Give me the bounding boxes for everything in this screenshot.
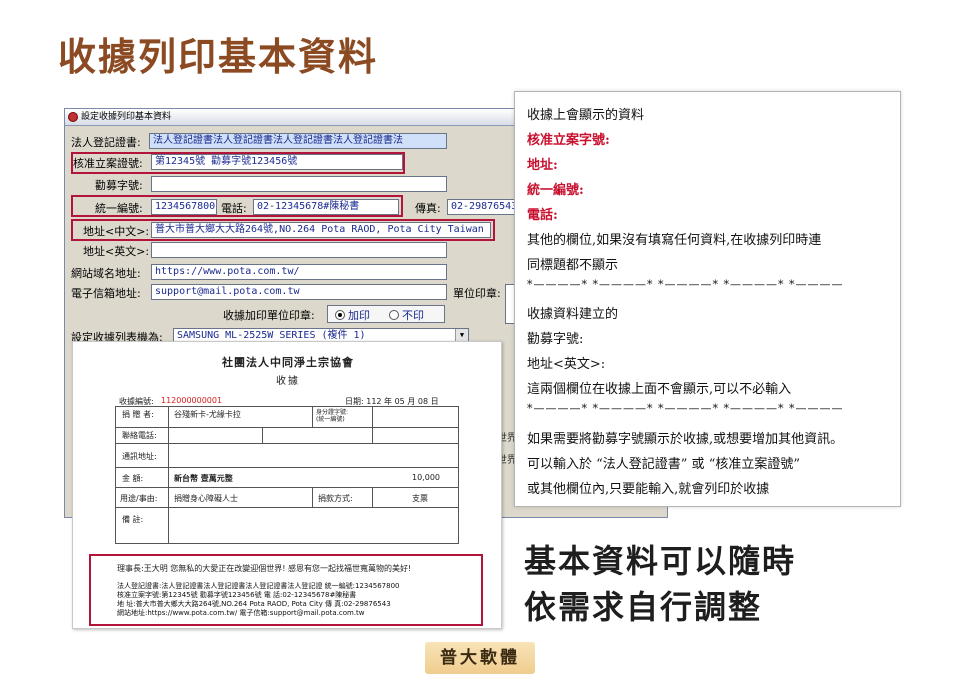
app-icon [68, 112, 78, 122]
note-line: 如果需要將勸募字號顯示於收據,或想要增加其他資訊。 [527, 432, 844, 447]
label-fundraise-no: 勸募字號: [95, 179, 143, 192]
label-email: 電子信箱地址: [71, 287, 141, 300]
window-title: 設定收據列印基本資料 [81, 112, 172, 122]
receipt-org: 社團法人中同淨土宗協會 [222, 356, 354, 369]
highlight-address-zh [71, 219, 495, 241]
note-line: 收據資料建立的 [527, 307, 619, 322]
seal-print-label: 加印 [348, 309, 370, 322]
note-line: 地址: [527, 158, 558, 173]
company-logo: 普大軟體 [425, 642, 535, 674]
note-line: 勸募字號: [527, 332, 584, 347]
radio-empty-icon [389, 310, 399, 320]
amount-label: 金 額: [122, 474, 144, 483]
note-divider: *————* *————* *————* *————* *———— [527, 278, 844, 291]
label-fax: 傳真: [415, 202, 441, 215]
note-line: 核准立案字號: [527, 133, 610, 148]
website-input[interactable]: https://www.pota.com.tw/ [151, 264, 447, 280]
note-line: 同標題都不顯示 [527, 258, 619, 273]
printer-value: SAMSUNG ML-2525W SERIES (複件 1) [177, 330, 366, 341]
fundraise-no-input[interactable] [151, 176, 447, 192]
method-label: 捐款方式: [318, 494, 353, 503]
amount-words: 新台幣 壹萬元整 [174, 474, 233, 483]
email-input[interactable]: support@mail.pota.com.tw [151, 284, 447, 300]
label-unit-seal: 單位印章: [453, 287, 501, 300]
receipt-name: 收據 [276, 376, 300, 387]
seal-noprint-radio[interactable]: 不印 [389, 307, 424, 323]
table-row: 通訊地址: [115, 444, 459, 468]
label-website: 網站域名地址: [71, 267, 141, 280]
highlight-receipt-footer [89, 554, 483, 626]
seal-print-radio[interactable]: 加印 [335, 307, 370, 323]
id-label: 身分證字號: (統一編號) [316, 409, 349, 423]
label-address-en: 地址<英文>: [83, 245, 150, 258]
note-line: 電話: [527, 208, 558, 223]
table-row: 金 額: 新台幣 壹萬元整 10,000 [115, 468, 459, 488]
note-line: 這兩個欄位在收據上面不會顯示,可以不必輸入 [527, 382, 792, 397]
table-row: 備 註: [115, 508, 459, 544]
amount-value: 10,000 [412, 473, 440, 482]
radio-selected-icon [335, 310, 345, 320]
address-label: 通訊地址: [122, 452, 157, 461]
table-row: 捐 贈 者: 谷殘新卡-尤緣卡拉 身分證字號: (統一編號) [115, 406, 459, 428]
page-title: 收據列印基本資料 [58, 34, 379, 79]
table-row: 用途/事由: 捐贈身心障礙人士 捐款方式: 支票 [115, 488, 459, 508]
legal-cert-input[interactable]: 法人登記證書法人登記證書法人登記證書法人登記證書法 [149, 133, 447, 149]
contact-label: 聯絡電話: [122, 431, 157, 440]
donor-value: 谷殘新卡-尤緣卡拉 [174, 410, 241, 419]
note-line: 收據上會顯示的資料 [527, 108, 645, 123]
tagline-line-2: 依需求自行調整 [524, 588, 763, 626]
label-legal-cert: 法人登記證書: [71, 136, 141, 149]
explanation-box: 收據上會顯示的資料 核准立案字號: 地址: 統一編號: 電話: 其他的欄位,如果… [514, 91, 901, 507]
table-row: 聯絡電話: [115, 428, 459, 444]
note-divider: *————* *————* *————* *————* *———— [527, 402, 844, 415]
donor-label: 捐 贈 者: [122, 410, 154, 419]
address-en-input[interactable] [151, 242, 447, 258]
remark-label: 備 註: [122, 515, 144, 524]
highlight-approval-no [71, 152, 405, 174]
note-line: 或其他欄位內,只要能輸入,就會列印於收據 [527, 482, 770, 497]
note-line: 統一編號: [527, 183, 584, 198]
note-line: 可以輸入於 “法人登記證書” 或 “核准立案證號” [527, 457, 800, 472]
receipt-no-value: 112000000001 [161, 396, 223, 405]
highlight-tax-phone [71, 195, 403, 217]
note-line: 其他的欄位,如果沒有填寫任何資料,在收據列印時連 [527, 233, 822, 248]
method-value: 支票 [412, 494, 428, 503]
receipt-preview: 社團法人中同淨土宗協會 收據 收據編號: 112000000001 日期: 11… [72, 341, 502, 629]
tagline-line-1: 基本資料可以隨時 [524, 542, 797, 580]
note-line: 地址<英文>: [527, 357, 606, 372]
purpose-label: 用途/事由: [120, 494, 158, 503]
label-seal-option: 收據加印單位印章: [223, 309, 315, 322]
seal-noprint-label: 不印 [402, 309, 424, 322]
purpose-value: 捐贈身心障礙人士 [174, 494, 238, 503]
